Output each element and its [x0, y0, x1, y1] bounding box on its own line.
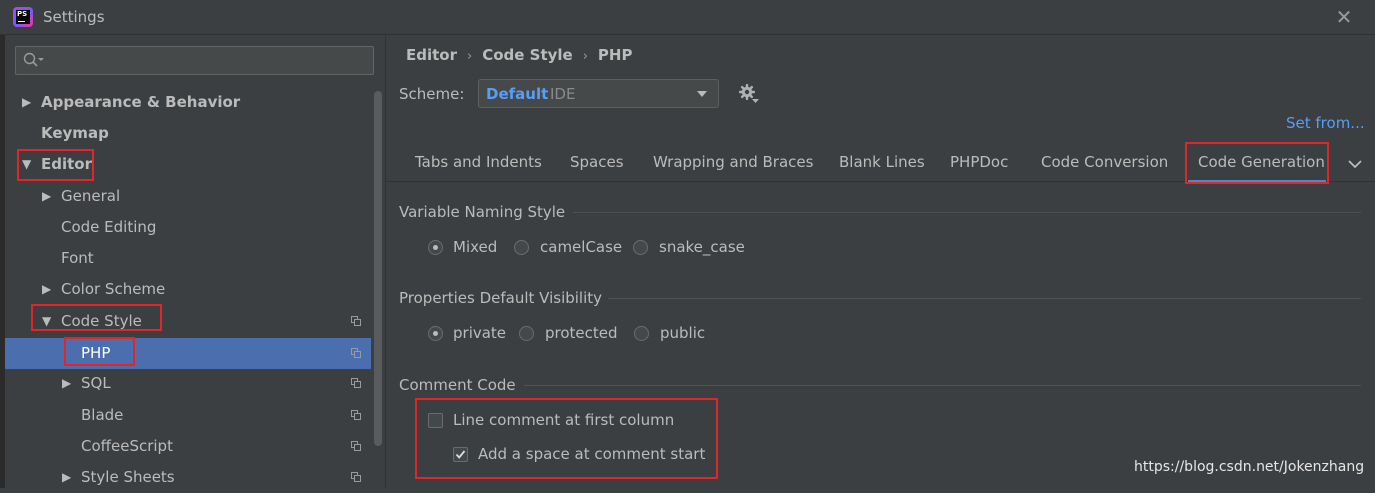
project-scope-icon — [351, 378, 362, 389]
expand-arrow-icon[interactable]: ▶ — [42, 274, 51, 305]
annotation-box-editor — [17, 149, 94, 181]
tab-wrapping-and-braces[interactable]: Wrapping and Braces — [653, 153, 813, 171]
tree-item-code-editing[interactable]: Code Editing — [5, 212, 371, 243]
tree-item-style-sheets[interactable]: ▶ Style Sheets — [5, 462, 371, 493]
project-scope-icon — [351, 410, 362, 421]
tree-item-coffeescript[interactable]: CoffeeScript — [5, 431, 371, 462]
tree-item-general[interactable]: ▶ General — [5, 181, 371, 212]
scheme-label: Scheme: — [399, 85, 465, 103]
radio-label: Mixed — [453, 238, 498, 256]
tab-blank-lines[interactable]: Blank Lines — [839, 153, 925, 171]
tab-spaces[interactable]: Spaces — [570, 153, 624, 171]
tree-item-keymap[interactable]: Keymap — [5, 118, 371, 149]
project-scope-icon — [351, 472, 362, 483]
separator — [524, 385, 1361, 386]
settings-content: Editor › Code Style › PHP Scheme: Default ID… — [386, 35, 1375, 488]
radio-label: protected — [545, 324, 618, 342]
radio-label: private — [453, 324, 507, 342]
expand-arrow-icon[interactable]: ▶ — [62, 462, 71, 493]
radio-private[interactable] — [428, 326, 443, 341]
section-title-comment-code: Comment Code — [399, 376, 516, 394]
tree-item-appearance-behavior[interactable]: ▶ Appearance & Behavior — [5, 87, 371, 118]
radio-label: public — [660, 324, 706, 342]
expand-arrow-icon[interactable]: ▶ — [22, 87, 31, 118]
section-title-visibility: Properties Default Visibility — [399, 289, 603, 307]
radio-label: camelCase — [540, 238, 623, 256]
sidebar-scrollbar[interactable] — [374, 91, 382, 446]
expand-arrow-icon[interactable]: ▶ — [42, 181, 51, 212]
radio-label: snake_case — [659, 238, 745, 256]
search-icon — [23, 52, 44, 67]
tree-item-sql[interactable]: ▶ SQL — [5, 368, 371, 399]
project-scope-icon — [351, 316, 362, 327]
chevron-down-icon — [697, 91, 707, 97]
breadcrumb: Editor › Code Style › PHP — [406, 46, 633, 64]
radio-snake-case[interactable] — [633, 240, 648, 255]
tree-item-color-scheme[interactable]: ▶ Color Scheme — [5, 274, 371, 305]
expand-arrow-icon[interactable]: ▶ — [62, 368, 71, 399]
settings-sidebar: ▶ Appearance & Behavior Keymap ▼ Editor … — [5, 35, 386, 488]
close-icon[interactable]: ✕ — [1333, 6, 1355, 28]
chevron-down-icon[interactable] — [1348, 159, 1362, 169]
separator — [573, 212, 1361, 213]
radio-mixed[interactable] — [428, 240, 443, 255]
set-from-link[interactable]: Set from... — [1286, 114, 1365, 132]
tree-item-php[interactable]: PHP — [5, 338, 371, 369]
watermark: https://blog.csdn.net/Jokenzhang — [1134, 459, 1365, 475]
annotation-box-comment-code — [415, 398, 718, 479]
radio-camelcase[interactable] — [514, 240, 529, 255]
scheme-name: Default — [486, 85, 549, 103]
separator — [608, 298, 1361, 299]
project-scope-icon — [351, 441, 362, 452]
tree-item-blade[interactable]: Blade — [5, 400, 371, 431]
tab-tabs-and-indents[interactable]: Tabs and Indents — [415, 153, 542, 171]
annotation-box-code-style — [31, 304, 162, 331]
annotation-box-php — [64, 337, 135, 366]
scheme-select[interactable]: Default IDE — [478, 79, 719, 108]
window-title: Settings — [43, 8, 105, 26]
title-bar: PS Settings ✕ — [0, 0, 1375, 35]
tab-code-conversion[interactable]: Code Conversion — [1041, 153, 1168, 171]
section-title-variable-naming: Variable Naming Style — [399, 203, 566, 221]
phpstorm-logo-icon: PS — [13, 7, 33, 27]
tree-item-font[interactable]: Font — [5, 243, 371, 274]
search-input[interactable] — [15, 46, 374, 75]
project-scope-icon — [351, 348, 362, 359]
annotation-box-code-generation — [1185, 142, 1329, 184]
radio-public[interactable] — [634, 326, 649, 341]
radio-protected[interactable] — [519, 326, 534, 341]
gear-icon[interactable] — [738, 83, 760, 105]
scheme-kind: IDE — [550, 85, 576, 103]
tab-phpdoc[interactable]: PHPDoc — [950, 153, 1008, 171]
